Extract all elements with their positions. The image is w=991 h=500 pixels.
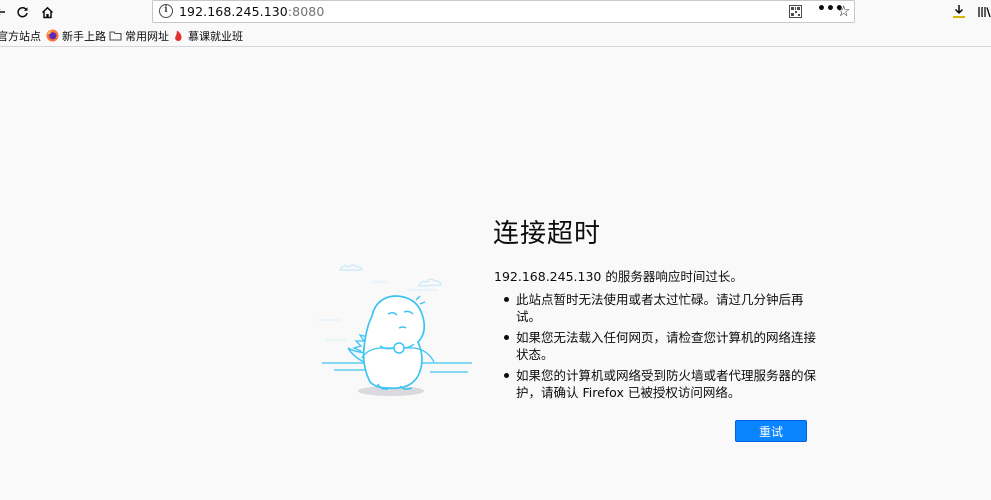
dino-illustration [318,264,472,396]
bookmark-label: 官方站点 [0,29,41,43]
error-title: 连接超时 [493,219,602,249]
bookmark-label: 慕课就业班 [188,29,243,43]
bookmark-official-site[interactable]: 官方站点 [0,28,41,43]
firefox-icon [46,29,59,42]
url-text[interactable]: 192.168.245.130:8080 [179,4,324,19]
qr-code-icon[interactable] [789,5,802,18]
retry-button[interactable]: 重试 [735,420,807,442]
info-icon[interactable]: i [159,4,173,18]
bookmark-label: 常用网址 [125,29,169,43]
bookmarks-toolbar: 官方站点 新手上路 常用网址 慕课就业班 [0,25,991,47]
list-item: 如果您无法载入任何网页，请检查您计算机的网络连接状态。 [494,329,816,363]
error-description: 192.168.245.130 的服务器响应时间过长。 [494,269,743,284]
back-icon[interactable] [0,3,10,21]
url-bar[interactable]: i 192.168.245.130:8080 ••• ☆ [152,0,855,23]
navigation-toolbar: i 192.168.245.130:8080 ••• ☆ [0,0,991,25]
bookmark-imooc-course[interactable]: 慕课就业班 [172,28,243,43]
flame-icon [175,30,182,41]
error-page: 连接超时 192.168.245.130 的服务器响应时间过长。 此站点暂时无法… [0,47,991,500]
downloads-icon[interactable] [950,3,968,21]
library-icon[interactable] [975,3,991,21]
url-host: 192.168.245.130 [179,4,288,19]
folder-icon [109,31,122,41]
home-icon[interactable] [38,3,56,21]
error-suggestions: 此站点暂时无法使用或者太过忙碌。请过几分钟后再试。 如果您无法载入任何网页，请检… [494,291,816,405]
url-port: :8080 [287,4,325,19]
bookmark-star-icon[interactable]: ☆ [837,2,850,20]
list-item: 此站点暂时无法使用或者太过忙碌。请过几分钟后再试。 [494,291,816,325]
bookmark-common-sites[interactable]: 常用网址 [109,28,169,43]
bookmark-getting-started[interactable]: 新手上路 [46,28,106,43]
list-item: 如果您的计算机或网络受到防火墙或者代理服务器的保护，请确认 Firefox 已被… [494,367,816,401]
bookmark-label: 新手上路 [62,29,106,43]
reload-icon[interactable] [13,3,31,21]
